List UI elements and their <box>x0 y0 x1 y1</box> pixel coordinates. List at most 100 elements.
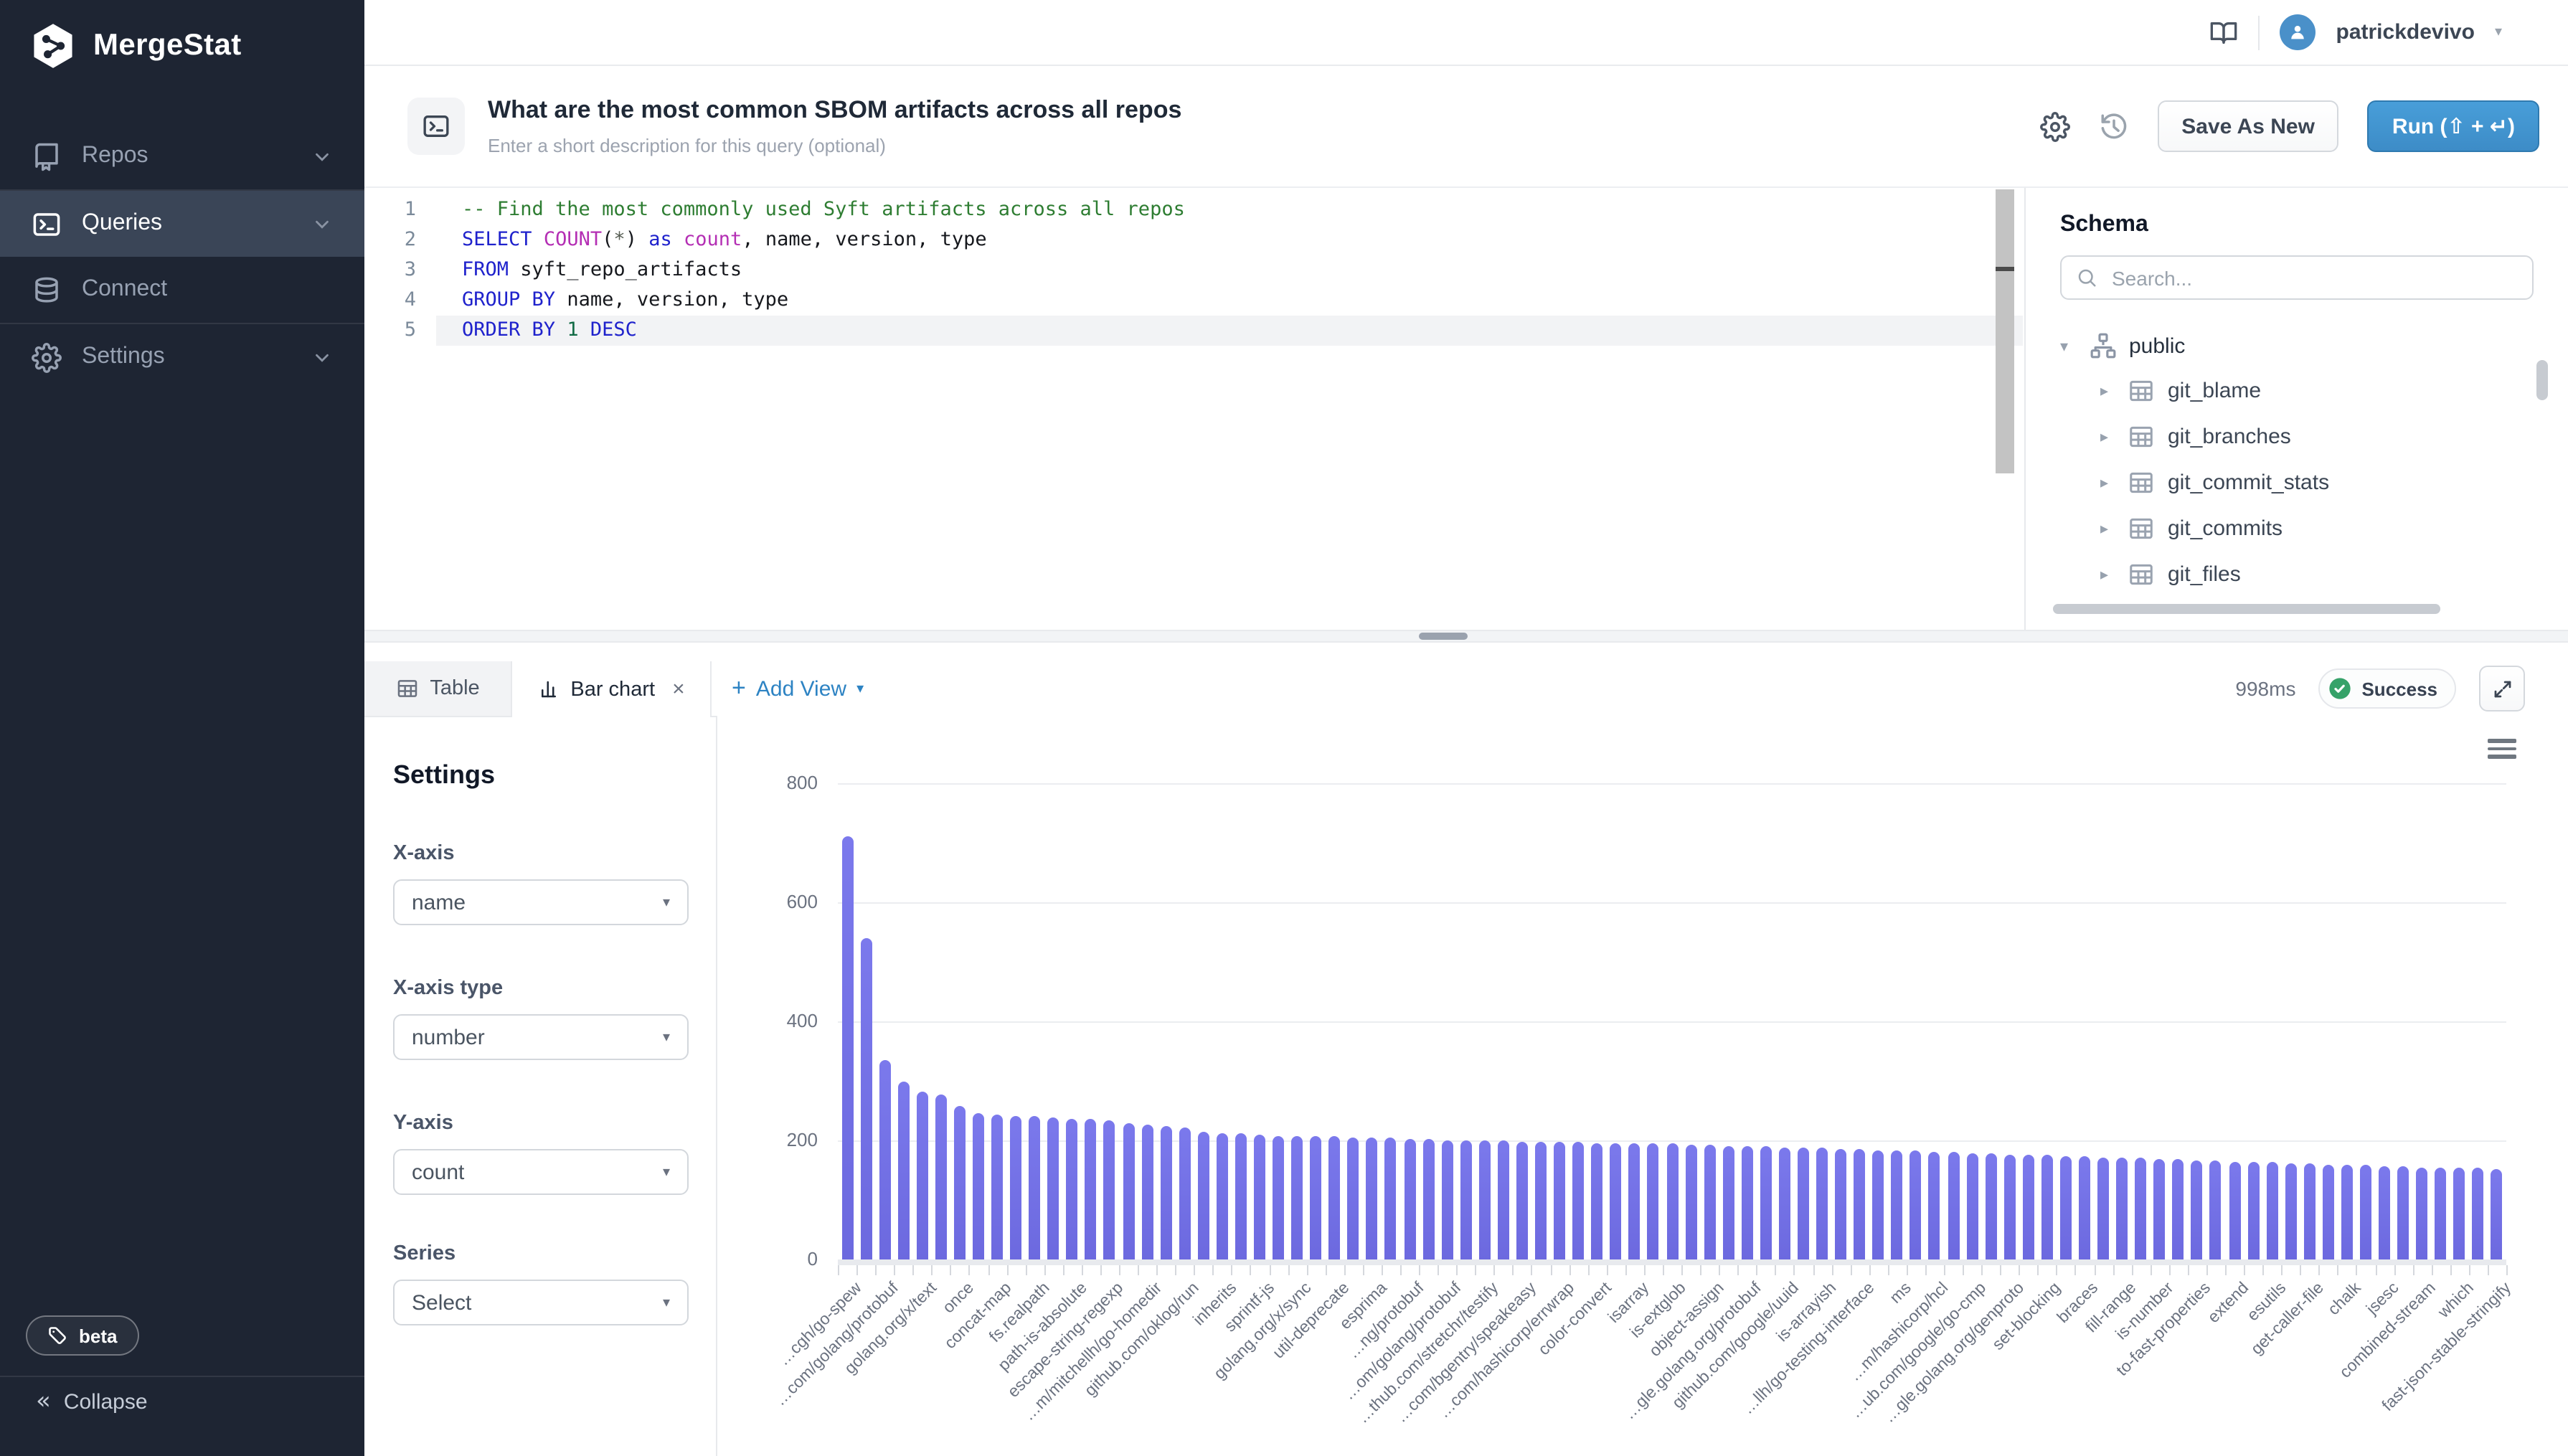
bar[interactable] <box>1460 1140 1472 1259</box>
bar[interactable] <box>2323 1164 2334 1259</box>
code-line[interactable]: 1-- Find the most commonly used Syft art… <box>364 195 2023 225</box>
sql-editor[interactable]: 1-- Find the most commonly used Syft art… <box>364 188 2023 637</box>
x-axis-select[interactable]: name ▾ <box>393 879 689 925</box>
caret-right-icon[interactable]: ▸ <box>2100 519 2115 537</box>
bar[interactable] <box>1422 1139 1434 1259</box>
username[interactable]: patrickdevivo <box>2336 20 2475 44</box>
bar[interactable] <box>1910 1151 1922 1259</box>
sidebar-item-connect[interactable]: Connect <box>0 257 364 323</box>
bar[interactable] <box>2397 1167 2409 1259</box>
editor-scrollbar[interactable] <box>1996 189 2014 473</box>
caret-down-icon[interactable]: ▾ <box>2060 336 2077 355</box>
bar[interactable] <box>1198 1132 1209 1259</box>
bar[interactable] <box>1217 1133 1228 1259</box>
bar[interactable] <box>1160 1126 1171 1259</box>
bar[interactable] <box>2416 1167 2427 1259</box>
docs-icon[interactable] <box>2210 18 2239 47</box>
caret-right-icon[interactable]: ▸ <box>2100 381 2115 400</box>
bar[interactable] <box>2247 1162 2259 1259</box>
code-line[interactable]: 2SELECT COUNT(*) as count, name, version… <box>364 225 2023 255</box>
code-line[interactable]: 4GROUP BY name, version, type <box>364 285 2023 316</box>
bar[interactable] <box>841 837 853 1259</box>
query-settings-gear-icon[interactable] <box>2039 111 2069 141</box>
y-axis-select[interactable]: count ▾ <box>393 1149 689 1195</box>
bar[interactable] <box>1554 1143 1565 1260</box>
query-description-placeholder[interactable]: Enter a short description for this query… <box>488 135 1181 156</box>
bar[interactable] <box>2266 1163 2277 1259</box>
bar[interactable] <box>1310 1136 1321 1259</box>
bar[interactable] <box>954 1106 966 1259</box>
bar[interactable] <box>2023 1155 2034 1259</box>
sidebar-item-queries[interactable]: Queries <box>0 191 364 257</box>
schema-horizontal-scrollbar[interactable] <box>2053 604 2440 614</box>
avatar[interactable] <box>2280 14 2316 50</box>
bar[interactable] <box>860 938 872 1259</box>
bar[interactable] <box>1591 1143 1602 1259</box>
bar[interactable] <box>2079 1156 2090 1259</box>
bar[interactable] <box>2097 1157 2109 1259</box>
add-view-button[interactable]: + Add View ▾ <box>732 661 864 716</box>
bar[interactable] <box>1254 1135 1265 1259</box>
bar[interactable] <box>2173 1160 2184 1259</box>
bar[interactable] <box>2473 1168 2484 1259</box>
bar[interactable] <box>1273 1135 1284 1259</box>
bar[interactable] <box>1760 1146 1772 1259</box>
bar[interactable] <box>1141 1125 1153 1259</box>
bar[interactable] <box>1929 1152 1940 1259</box>
bar[interactable] <box>1516 1142 1528 1259</box>
bar[interactable] <box>2154 1159 2166 1259</box>
bar[interactable] <box>1629 1143 1641 1259</box>
series-select[interactable]: Select ▾ <box>393 1280 689 1325</box>
caret-right-icon[interactable]: ▸ <box>2100 427 2115 445</box>
bar[interactable] <box>2191 1160 2203 1259</box>
bar[interactable] <box>1835 1149 1846 1259</box>
fullscreen-button[interactable] <box>2479 666 2525 712</box>
bar[interactable] <box>1985 1153 1996 1259</box>
bar[interactable] <box>2341 1165 2353 1259</box>
tab-table[interactable]: Table <box>364 661 512 716</box>
x-axis-type-select[interactable]: number ▾ <box>393 1014 689 1060</box>
bar[interactable] <box>1498 1141 1509 1259</box>
bar[interactable] <box>1610 1143 1622 1259</box>
bar[interactable] <box>1892 1150 1903 1259</box>
bar-chart-canvas[interactable]: 0200400600800…cgh/go-spew…com/golang/pro… <box>717 716 2568 1456</box>
schema-vertical-scrollbar[interactable] <box>2536 360 2548 400</box>
schema-search-input[interactable] <box>2109 265 2518 290</box>
schema-root-public[interactable]: ▾ public <box>2060 324 2534 367</box>
bar[interactable] <box>1685 1145 1696 1259</box>
bar[interactable] <box>1085 1120 1097 1259</box>
bar[interactable] <box>879 1060 890 1259</box>
bar[interactable] <box>1742 1146 1753 1259</box>
chart-menu-icon[interactable] <box>2488 739 2516 762</box>
bar[interactable] <box>1404 1139 1415 1259</box>
bar[interactable] <box>1966 1153 1978 1259</box>
history-icon[interactable] <box>2098 111 2128 141</box>
code-line[interactable]: 5ORDER BY 1 DESC <box>364 316 2023 346</box>
schema-table-row[interactable]: ▸git_blame <box>2100 367 2534 413</box>
schema-table-row[interactable]: ▸git_commits <box>2100 505 2534 551</box>
bar[interactable] <box>1104 1120 1115 1259</box>
bar[interactable] <box>1029 1117 1040 1259</box>
caret-right-icon[interactable]: ▸ <box>2100 473 2115 491</box>
bar[interactable] <box>1179 1128 1191 1259</box>
bar[interactable] <box>1385 1138 1397 1259</box>
schema-table-row[interactable]: ▸git_branches <box>2100 413 2534 459</box>
bar[interactable] <box>1948 1153 1959 1259</box>
bar[interactable] <box>2304 1163 2316 1259</box>
bar[interactable] <box>1648 1143 1659 1259</box>
bar[interactable] <box>1666 1144 1678 1259</box>
collapse-sidebar-button[interactable]: « Collapse <box>36 1390 148 1414</box>
logo[interactable]: MergeStat <box>0 0 364 92</box>
schema-table-row[interactable]: ▸git_files <box>2100 551 2534 597</box>
splitter-drag-handle[interactable] <box>1419 633 1468 640</box>
bar[interactable] <box>973 1113 984 1259</box>
schema-table-row[interactable]: ▸git_commit_stats <box>2100 459 2534 505</box>
bar[interactable] <box>2491 1168 2503 1259</box>
close-icon[interactable]: × <box>672 677 685 701</box>
bar[interactable] <box>1366 1138 1378 1259</box>
code-line[interactable]: 3FROM syft_repo_artifacts <box>364 255 2023 285</box>
bar[interactable] <box>1816 1148 1828 1259</box>
bar[interactable] <box>2454 1168 2465 1259</box>
sidebar-item-settings[interactable]: Settings <box>0 324 364 390</box>
bar[interactable] <box>2435 1167 2447 1259</box>
